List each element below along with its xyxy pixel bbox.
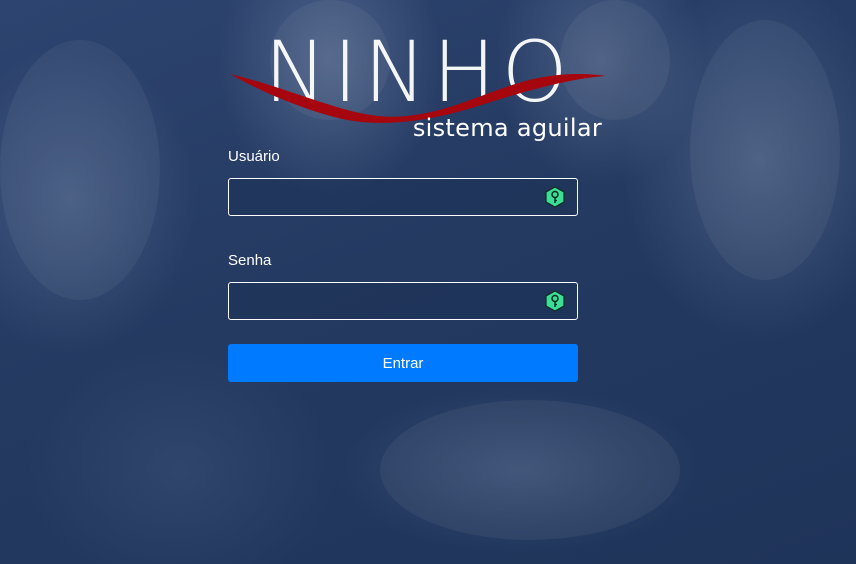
password-input[interactable] [228, 282, 578, 320]
background-figure [380, 400, 680, 540]
username-field-wrapper [228, 178, 578, 216]
key-icon [545, 290, 565, 312]
login-form: Usuário Senha Entrar [228, 146, 578, 382]
password-field-wrapper [228, 282, 578, 320]
username-label: Usuário [228, 148, 280, 165]
logo-subtitle: sistema aguilar [412, 114, 602, 142]
background-figure [690, 20, 840, 280]
background-figure [0, 40, 160, 300]
key-icon [545, 186, 565, 208]
username-input[interactable] [228, 178, 578, 216]
login-button[interactable]: Entrar [228, 344, 578, 382]
ninho-logo: NINHO sistema aguilar [228, 30, 608, 146]
password-label: Senha [228, 252, 272, 269]
